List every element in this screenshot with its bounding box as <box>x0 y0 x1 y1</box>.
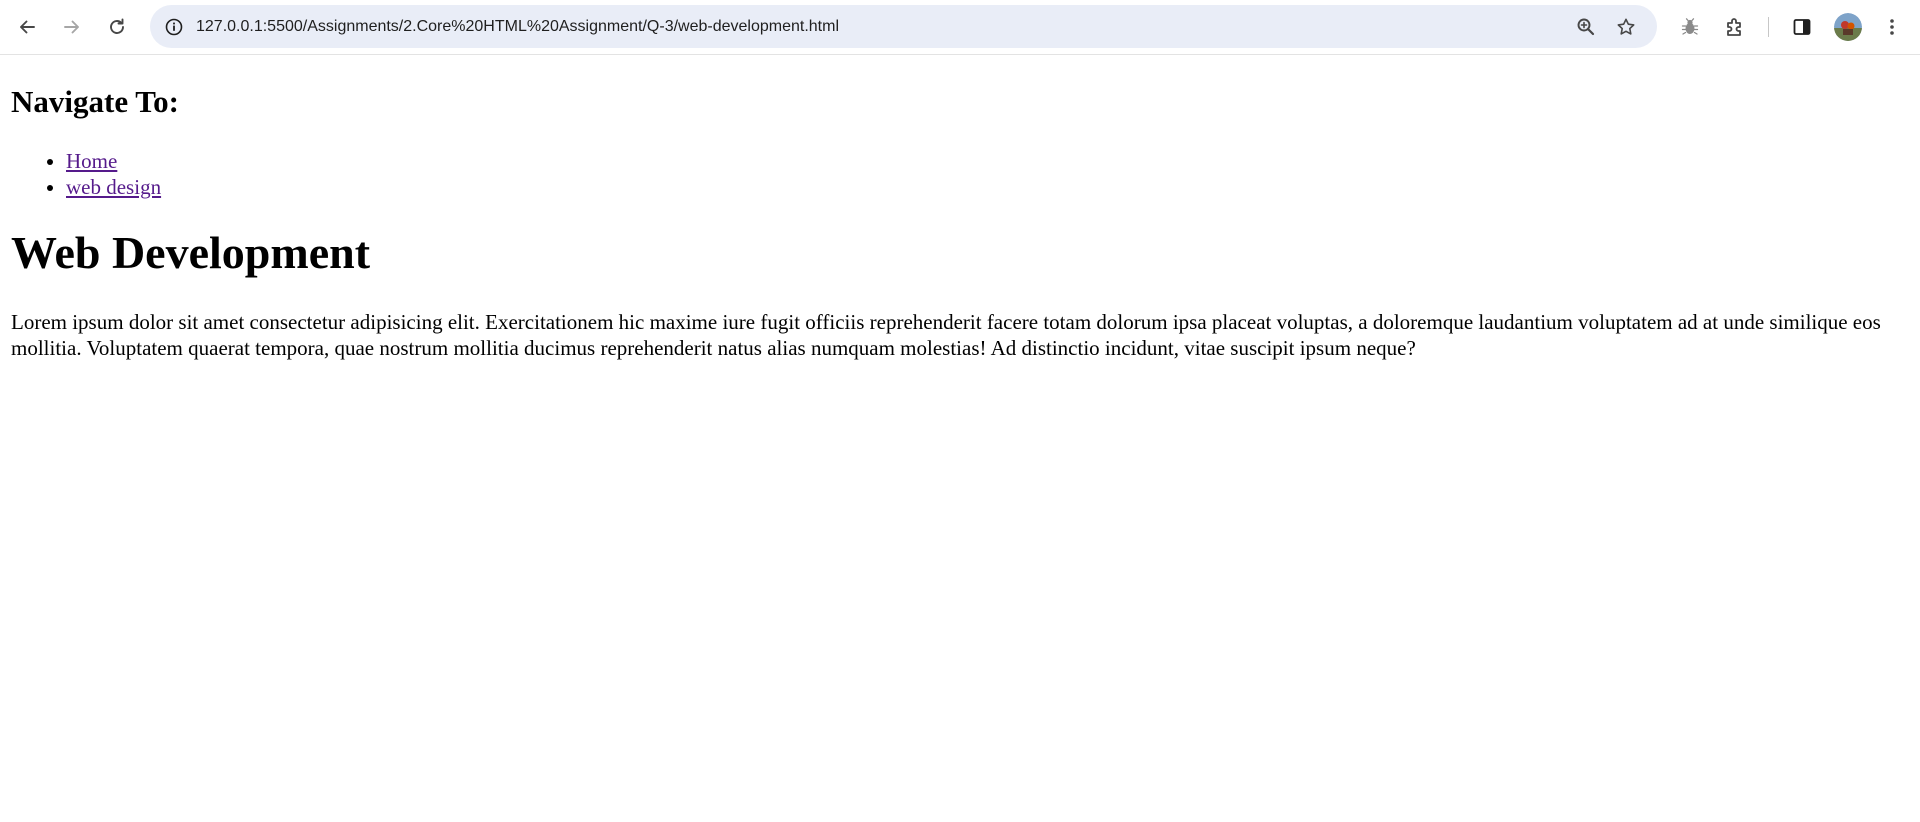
extension-button[interactable] <box>1673 10 1707 44</box>
arrow-right-icon <box>64 20 79 34</box>
star-icon <box>1617 18 1635 35</box>
home-link[interactable]: Home <box>66 149 117 173</box>
side-panel-button[interactable] <box>1785 10 1819 44</box>
url-text[interactable]: 127.0.0.1:5500/Assignments/2.Core%20HTML… <box>196 5 839 48</box>
puzzle-icon <box>1727 18 1741 36</box>
kebab-menu-icon <box>1890 19 1894 35</box>
zoom-icon <box>1577 18 1595 36</box>
side-panel-icon <box>1793 19 1811 35</box>
site-info-button[interactable] <box>158 11 190 43</box>
nav-list: Home web design <box>0 148 161 200</box>
bookmark-button[interactable] <box>1610 11 1642 43</box>
extensions-menu-button[interactable] <box>1718 10 1752 44</box>
nav-list-item: Home <box>66 148 161 174</box>
browser-toolbar: 127.0.0.1:5500/Assignments/2.Core%20HTML… <box>0 0 1920 55</box>
forward-button[interactable] <box>55 10 89 44</box>
site-info-icon <box>165 18 183 36</box>
avatar[interactable] <box>1834 13 1862 41</box>
nav-list-item: web design <box>66 174 161 200</box>
zoom-button[interactable] <box>1570 11 1602 43</box>
back-button[interactable] <box>10 10 44 44</box>
page-content: Navigate To: Home web design Web Develop… <box>0 56 1920 822</box>
reload-icon <box>110 18 124 34</box>
web-design-link[interactable]: web design <box>66 175 161 199</box>
browser-menu-button[interactable] <box>1875 10 1909 44</box>
intro-paragraph: Lorem ipsum dolor sit amet consectetur a… <box>11 310 1881 360</box>
address-bar[interactable]: 127.0.0.1:5500/Assignments/2.Core%20HTML… <box>150 5 1657 48</box>
profile-avatar-image <box>1834 13 1862 41</box>
reload-button[interactable] <box>100 10 134 44</box>
nav-heading: Navigate To: <box>11 84 179 119</box>
toolbar-divider <box>1768 17 1769 37</box>
arrow-left-icon <box>20 20 35 34</box>
bug-icon <box>1681 18 1699 35</box>
page-title: Web Development <box>11 227 371 278</box>
